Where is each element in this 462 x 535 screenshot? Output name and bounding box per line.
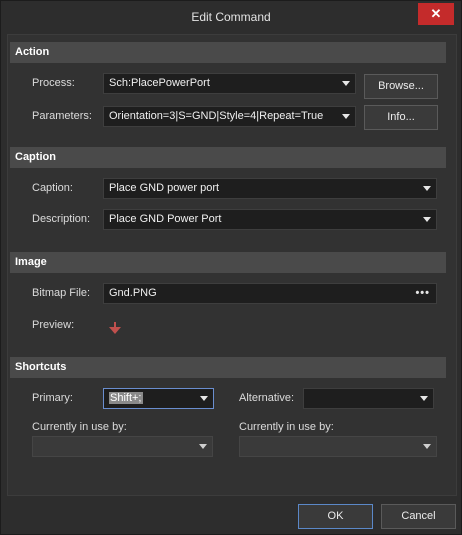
- chevron-down-icon: [199, 444, 207, 449]
- chevron-down-icon: [200, 396, 208, 401]
- chevron-down-icon: [342, 81, 350, 86]
- close-button[interactable]: ✕: [418, 3, 454, 25]
- alternative-shortcut-dropdown[interactable]: [303, 388, 434, 409]
- ok-button[interactable]: OK: [298, 504, 373, 529]
- cancel-button[interactable]: Cancel: [381, 504, 456, 529]
- primary-shortcut-value: Shift+;: [109, 392, 143, 404]
- process-label: Process:: [32, 77, 75, 89]
- parameters-dropdown[interactable]: Orientation=3|S=GND|Style=4|Repeat=True: [103, 106, 356, 127]
- alternative-label: Alternative:: [239, 392, 295, 404]
- description-dropdown[interactable]: Place GND Power Port: [103, 209, 437, 230]
- caption-dropdown[interactable]: Place GND power port: [103, 178, 437, 199]
- chevron-down-icon: [423, 444, 431, 449]
- section-header-shortcuts: Shortcuts: [10, 357, 446, 378]
- description-label: Description:: [32, 213, 91, 225]
- chevron-down-icon: [342, 114, 350, 119]
- chevron-down-icon: [420, 396, 428, 401]
- edit-command-dialog: Edit Command ✕ Action Process: Sch:Place…: [0, 0, 462, 535]
- chevron-down-icon: [423, 186, 431, 191]
- chevron-down-icon: [423, 217, 431, 222]
- primary-shortcut-dropdown[interactable]: Shift+;: [103, 388, 214, 409]
- parameters-label: Parameters:: [32, 110, 92, 122]
- caption-label: Caption:: [32, 182, 73, 194]
- process-dropdown[interactable]: Sch:PlacePowerPort: [103, 73, 356, 94]
- dialog-title: Edit Command: [191, 10, 271, 24]
- in-use-dropdown-alternative: [239, 436, 437, 457]
- caption-value: Place GND power port: [109, 182, 220, 194]
- browse-ellipsis-icon[interactable]: •••: [415, 284, 430, 303]
- bitmap-file-value: Gnd.PNG: [109, 287, 157, 299]
- parameters-value: Orientation=3|S=GND|Style=4|Repeat=True: [109, 110, 324, 122]
- in-use-dropdown-primary: [32, 436, 213, 457]
- bitmap-file-input[interactable]: Gnd.PNG •••: [103, 283, 437, 304]
- in-use-label-alternative: Currently in use by:: [239, 421, 334, 433]
- bitmap-file-label: Bitmap File:: [32, 287, 91, 299]
- in-use-label-primary: Currently in use by:: [32, 421, 127, 433]
- section-header-action: Action: [10, 42, 446, 63]
- gnd-power-port-icon: [109, 322, 121, 334]
- browse-button[interactable]: Browse...: [364, 74, 438, 99]
- section-header-image: Image: [10, 252, 446, 273]
- preview-label: Preview:: [32, 319, 75, 331]
- primary-label: Primary:: [32, 392, 73, 404]
- title-bar[interactable]: Edit Command ✕: [1, 1, 461, 33]
- process-value: Sch:PlacePowerPort: [109, 77, 210, 89]
- description-value: Place GND Power Port: [109, 213, 222, 225]
- info-button[interactable]: Info...: [364, 105, 438, 130]
- section-header-caption: Caption: [10, 147, 446, 168]
